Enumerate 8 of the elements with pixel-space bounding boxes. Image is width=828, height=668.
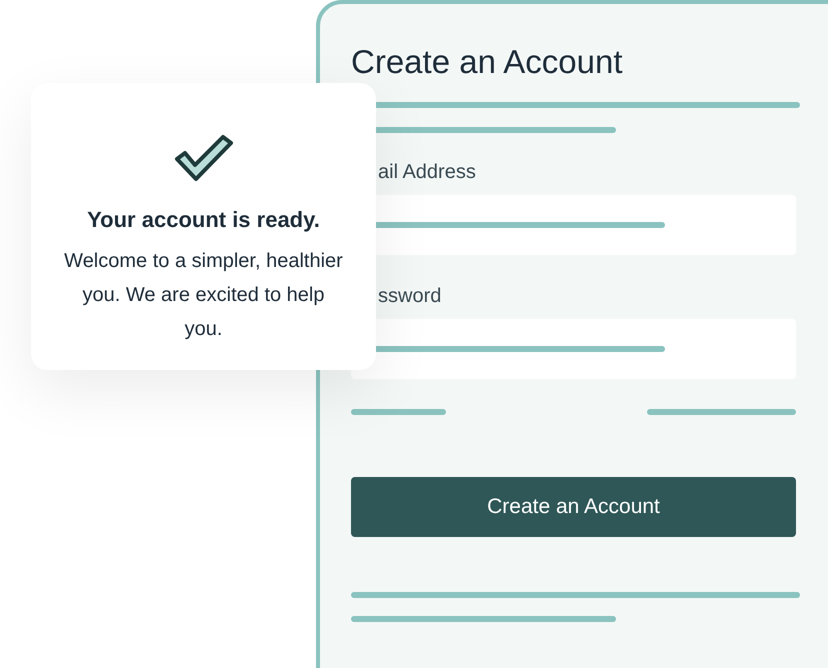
input-field[interactable]	[351, 319, 796, 379]
field-label: ail Address	[378, 160, 476, 185]
create-account-button[interactable]: Create an Account	[351, 477, 796, 537]
success-message: Welcome to a simpler, healthier you. We are excited to help you.	[63, 249, 344, 342]
field-label: ssword	[378, 284, 442, 309]
checkmark-icon	[172, 133, 234, 183]
success-title: Your account is ready.	[87, 206, 320, 234]
form-title: Create an Account	[351, 42, 623, 82]
